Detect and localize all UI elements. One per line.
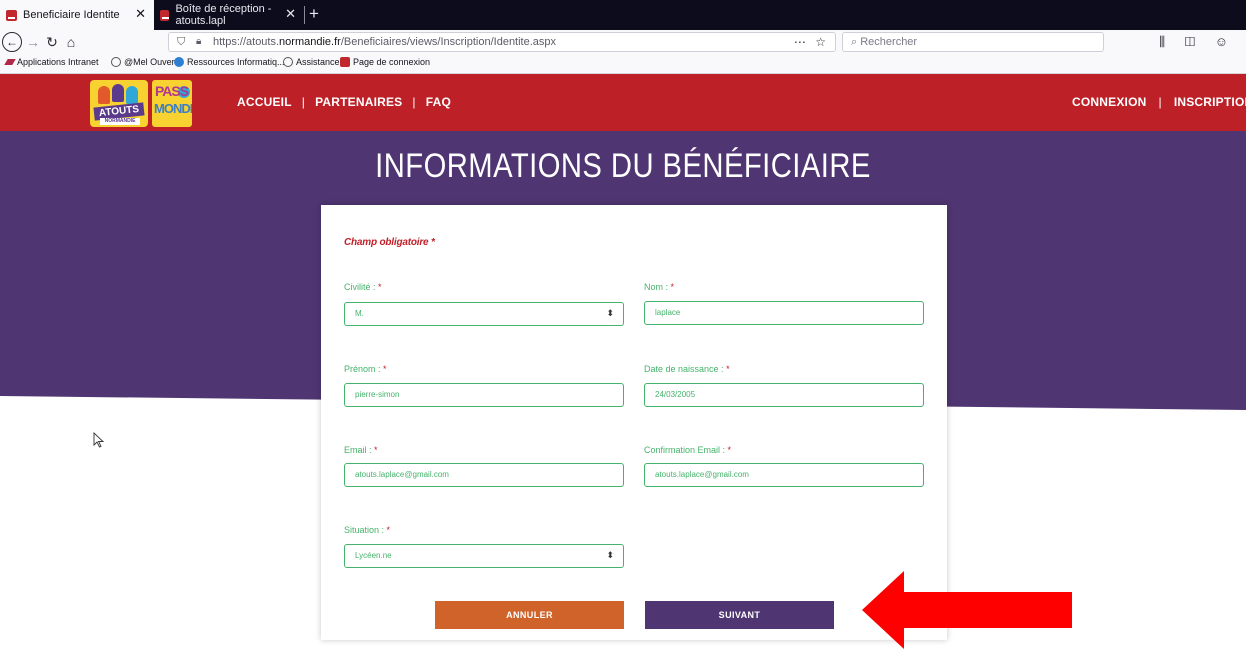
home-icon[interactable]: ⌂	[63, 32, 79, 52]
new-tab-icon[interactable]: +	[309, 4, 319, 24]
site-header: ATOUTS NORMANDIE PASS MONDE ACCUEIL | PART…	[0, 74, 1246, 131]
nav-link-connexion[interactable]: CONNEXION	[1072, 95, 1146, 109]
red-arrow-annotation-icon	[862, 571, 1072, 649]
confirmation-email-input[interactable]: atouts.laplace@gmail.com	[644, 463, 924, 487]
prenom-input[interactable]: pierre-simon	[344, 383, 624, 407]
required-field-note: Champ obligatoire *	[344, 237, 435, 248]
select-arrows-icon: ⬍	[606, 550, 614, 560]
close-tab-icon[interactable]: ✕	[135, 7, 146, 21]
nav-separator: |	[412, 95, 416, 109]
forward-arrow-icon[interactable]: →	[25, 32, 41, 52]
browser-nav-bar: ← → ↻ ⌂ ⛉ 🔒︎ https://atouts.normandie.fr…	[0, 30, 1246, 54]
bookmarks-bar: Applications Intranet @Mel Ouvert Ressou…	[0, 54, 1246, 74]
mail-favicon-icon	[160, 9, 170, 21]
cancel-button[interactable]: ANNULER	[435, 601, 624, 629]
globe-icon	[283, 57, 293, 67]
page-actions-icon[interactable]: ⋯ ☆	[794, 33, 829, 51]
reload-icon[interactable]: ↻	[44, 32, 60, 52]
search-placeholder: Rechercher	[860, 36, 918, 48]
url-bar[interactable]: ⛉ 🔒︎ https://atouts.normandie.fr/Benefic…	[168, 32, 836, 52]
bookmark-page-de-connexion[interactable]: Page de connexion	[340, 57, 430, 67]
nav-link-inscription[interactable]: INSCRIPTION	[1174, 95, 1246, 109]
bookmark-icon	[4, 59, 16, 65]
nav-link-faq[interactable]: FAQ	[426, 95, 451, 109]
nom-label: Nom : *	[644, 282, 675, 292]
atouts-normandie-logo[interactable]: ATOUTS NORMANDIE	[90, 80, 148, 127]
bookmark-assistance[interactable]: Assistance	[283, 57, 340, 67]
date-naissance-input[interactable]: 24/03/2005	[644, 383, 924, 407]
page-title: INFORMATIONS DU BÉNÉFICIAIRE	[375, 147, 871, 185]
bookmark-applications-intranet[interactable]: Applications Intranet	[4, 57, 99, 67]
site-favicon-icon	[340, 57, 350, 67]
tab-label: Beneficiaire Identite	[23, 9, 120, 21]
bookmark-mel-ouvert[interactable]: @Mel Ouvert	[111, 57, 177, 67]
select-arrows-icon: ⬍	[606, 308, 614, 318]
situation-select[interactable]: Lycéen.ne ⬍	[344, 544, 624, 568]
browser-tab-beneficiaire[interactable]: Beneficiaire Identite ✕	[0, 0, 154, 30]
browser-tab-mail[interactable]: Boîte de réception - atouts.lapl ✕	[154, 0, 304, 30]
site-favicon-icon	[6, 9, 17, 21]
globe-icon	[111, 57, 121, 67]
lock-icon: 🔒︎	[196, 36, 202, 47]
nav-separator: |	[1158, 95, 1162, 109]
email-label: Email : *	[344, 445, 378, 455]
next-button[interactable]: SUIVANT	[645, 601, 834, 629]
search-icon: ⌕	[851, 36, 858, 48]
email-input[interactable]: atouts.laplace@gmail.com	[344, 463, 624, 487]
situation-label: Situation : *	[344, 525, 391, 535]
search-input[interactable]: ⌕ Rechercher	[842, 32, 1104, 52]
browser-tab-bar: Beneficiaire Identite ✕ Boîte de récepti…	[0, 0, 1246, 30]
civilite-label: Civilité : *	[344, 282, 382, 292]
prenom-label: Prénom : *	[344, 364, 387, 374]
nav-separator: |	[301, 95, 306, 109]
confirmation-email-label: Confirmation Email : *	[644, 445, 732, 455]
main-nav-right: CONNEXION | INSCRIPTION	[1072, 74, 1246, 131]
date-naissance-label: Date de naissance : *	[644, 364, 730, 374]
url-text: https://atouts.normandie.fr/Beneficiaire…	[213, 36, 557, 48]
bookmark-ressources-informatique[interactable]: Ressources Informatiq...	[174, 57, 285, 67]
pass-monde-logo[interactable]: PASS MONDE	[152, 80, 192, 127]
civilite-select[interactable]: M. ⬍	[344, 302, 624, 326]
nom-input[interactable]: laplace	[644, 301, 924, 325]
cube-icon	[174, 57, 184, 67]
main-nav-left: ACCUEIL | PARTENAIRES | FAQ	[237, 74, 451, 131]
beneficiary-form: Champ obligatoire * Civilité : * M. ⬍ No…	[321, 205, 947, 640]
tab-separator	[304, 6, 305, 24]
nav-link-accueil[interactable]: ACCUEIL	[237, 95, 292, 109]
toolbar-icons[interactable]: ⫼ ◫ ☺	[1159, 32, 1236, 52]
back-arrow-icon[interactable]: ←	[2, 32, 22, 52]
characters-illustration	[98, 84, 140, 104]
close-tab-icon[interactable]: ✕	[285, 7, 296, 21]
mouse-pointer-icon	[93, 432, 105, 448]
shield-icon: ⛉	[177, 36, 186, 48]
nav-link-partenaires[interactable]: PARTENAIRES	[315, 95, 402, 109]
